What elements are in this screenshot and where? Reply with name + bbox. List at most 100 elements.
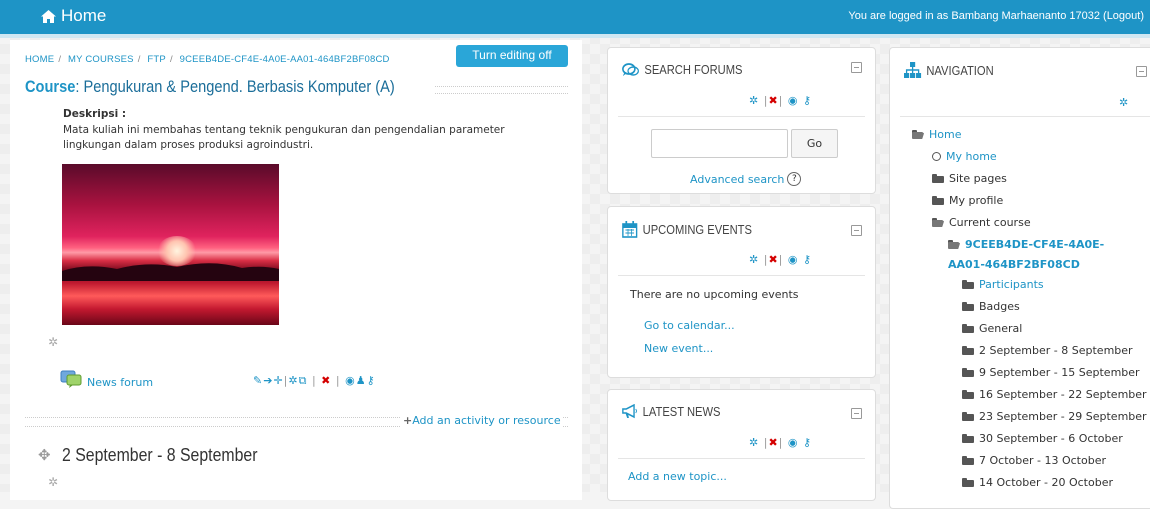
- add-activity-link[interactable]: +Add an activity or resource: [401, 414, 563, 427]
- advanced-search-label: Advanced search: [690, 172, 785, 186]
- nav-label: 9CEEB4DE-CF4E-4A0E-: [965, 238, 1105, 251]
- navbar-underline: [0, 34, 1150, 38]
- course-image: [62, 164, 279, 325]
- move-icon[interactable]: ✥: [38, 446, 51, 464]
- plus-icon: +: [403, 414, 413, 427]
- nav-badges[interactable]: Badges: [962, 300, 1020, 313]
- folder-icon: [962, 412, 974, 421]
- nav-site-pages[interactable]: Site pages: [932, 172, 1007, 185]
- breadcrumb: HOME / MY COURSES / FTP/ 9CEEB4DE-CF4E-4A0…: [25, 54, 390, 65]
- collapse-icon[interactable]: [851, 225, 862, 236]
- block-title: UPCOMING EVENTS: [642, 222, 752, 237]
- collapse-icon[interactable]: [851, 62, 862, 73]
- nav-week[interactable]: 2 September - 8 September: [962, 344, 1133, 357]
- add-new-topic-link[interactable]: Add a new topic...: [628, 470, 727, 483]
- user-icon[interactable]: ♟: [356, 374, 367, 387]
- gear-icon[interactable]: ✲: [48, 476, 59, 488]
- navigation-block: NAVIGATION ✲ Home My home Site pages My …: [889, 47, 1150, 509]
- turn-editing-off-button[interactable]: Turn editing off: [456, 45, 568, 67]
- nav-label: 2 September - 8 September: [979, 344, 1133, 357]
- key-icon[interactable]: ⚷: [803, 253, 812, 266]
- main-content: HOME / MY COURSES / FTP/ 9CEEB4DE-CF4E-4A0…: [10, 40, 582, 500]
- pencil-icon[interactable]: ✎: [253, 374, 263, 387]
- eye-icon[interactable]: ◉: [345, 374, 356, 387]
- gear-icon[interactable]: ✲: [288, 374, 298, 387]
- folder-icon: [962, 368, 974, 377]
- nav-week[interactable]: 23 September - 29 September: [962, 410, 1147, 423]
- divider: [618, 116, 865, 117]
- folder-open-icon: [912, 130, 924, 139]
- eye-icon[interactable]: ◉: [788, 253, 799, 266]
- nav-week[interactable]: 7 October - 13 October: [962, 454, 1106, 467]
- go-to-calendar-link[interactable]: Go to calendar...: [644, 319, 735, 332]
- advanced-search-link[interactable]: Advanced search ?: [690, 172, 802, 186]
- delete-icon[interactable]: ✖: [768, 253, 778, 266]
- block-header: NAVIGATION: [904, 62, 994, 78]
- folder-icon: [962, 324, 974, 333]
- nav-label: 14 October - 20 October: [979, 476, 1113, 489]
- breadcrumb-my-courses[interactable]: MY COURSES: [68, 54, 134, 65]
- chat-icon[interactable]: [60, 370, 82, 388]
- news-forum-link[interactable]: News forum: [87, 376, 153, 389]
- delete-icon[interactable]: ✖: [768, 436, 778, 449]
- nav-general[interactable]: General: [962, 322, 1022, 335]
- new-event-link[interactable]: New event...: [644, 342, 713, 355]
- nav-home[interactable]: Home: [912, 128, 961, 141]
- indent-icon[interactable]: ➔: [263, 374, 273, 387]
- collapse-icon[interactable]: [1136, 66, 1147, 77]
- nav-participants[interactable]: Participants: [962, 278, 1044, 291]
- breadcrumb-home[interactable]: HOME: [25, 54, 54, 65]
- gear-icon[interactable]: ✲: [48, 336, 59, 348]
- eye-icon[interactable]: ◉: [788, 94, 799, 107]
- nav-week[interactable]: 9 September - 15 September: [962, 366, 1140, 379]
- course-title-prefix: Course: [25, 77, 76, 96]
- move-icon[interactable]: ✛: [273, 374, 283, 387]
- activity-edit-controls: ✎➔✛|✲⧉ | ✖ | ◉♟⚷: [253, 374, 376, 387]
- nav-my-home[interactable]: My home: [932, 150, 997, 163]
- nav-week[interactable]: 16 September - 22 September: [962, 388, 1147, 401]
- login-info[interactable]: You are logged in as Bambang Marhaenanto…: [848, 10, 1144, 22]
- hills-silhouette: [62, 263, 279, 281]
- key-icon[interactable]: ⚷: [803, 94, 812, 107]
- block-header: LATEST NEWS: [622, 404, 721, 419]
- nav-course-code-cont[interactable]: AA01-464BF2BF08CD: [948, 258, 1080, 271]
- nav-my-profile[interactable]: My profile: [932, 194, 1003, 207]
- title-divider: [435, 86, 568, 94]
- nav-label: 9 September - 15 September: [979, 366, 1140, 379]
- block-controls: ✲ |✖| ◉ ⚷: [749, 253, 813, 266]
- divider: [618, 275, 865, 276]
- folder-icon: [962, 456, 974, 465]
- gear-icon[interactable]: ✲: [749, 436, 759, 449]
- key-icon[interactable]: ⚷: [803, 436, 812, 449]
- calendar-icon: [622, 221, 638, 238]
- help-icon[interactable]: ?: [787, 172, 802, 186]
- go-button[interactable]: Go: [791, 129, 838, 158]
- delete-icon[interactable]: ✖: [768, 94, 778, 107]
- gear-icon[interactable]: ✲: [749, 253, 759, 266]
- collapse-icon[interactable]: [851, 408, 862, 419]
- gear-icon[interactable]: ✲: [1119, 96, 1129, 109]
- nav-week[interactable]: 30 September - 6 October: [962, 432, 1123, 445]
- gear-icon[interactable]: ✲: [749, 94, 759, 107]
- folder-open-icon: [932, 218, 944, 227]
- nav-label: Home: [929, 128, 962, 141]
- folder-icon: [962, 302, 974, 311]
- nav-label: 16 September - 22 September: [979, 388, 1147, 401]
- folder-icon: [932, 174, 944, 183]
- description-text: Mata kuliah ini membahas tentang teknik …: [63, 124, 505, 151]
- nav-current-course[interactable]: Current course: [932, 216, 1031, 229]
- search-input[interactable]: [651, 129, 788, 158]
- home-link[interactable]: Home: [40, 6, 106, 26]
- block-header: SEARCH FORUMS: [622, 62, 743, 77]
- folder-icon: [962, 478, 974, 487]
- block-title: NAVIGATION: [926, 62, 994, 78]
- nav-course-code[interactable]: 9CEEB4DE-CF4E-4A0E-: [948, 238, 1104, 251]
- eye-icon[interactable]: ◉: [788, 436, 799, 449]
- nav-week[interactable]: 14 October - 20 October: [962, 476, 1113, 489]
- breadcrumb-ftp[interactable]: FTP: [147, 54, 166, 65]
- delete-icon[interactable]: ✖: [321, 374, 331, 387]
- folder-icon: [962, 346, 974, 355]
- breadcrumb-course[interactable]: 9CEEB4DE-CF4E-4A0E-AA01-464BF2BF08CD: [180, 54, 390, 65]
- divider: [900, 116, 1150, 117]
- key-icon[interactable]: ⚷: [367, 374, 376, 387]
